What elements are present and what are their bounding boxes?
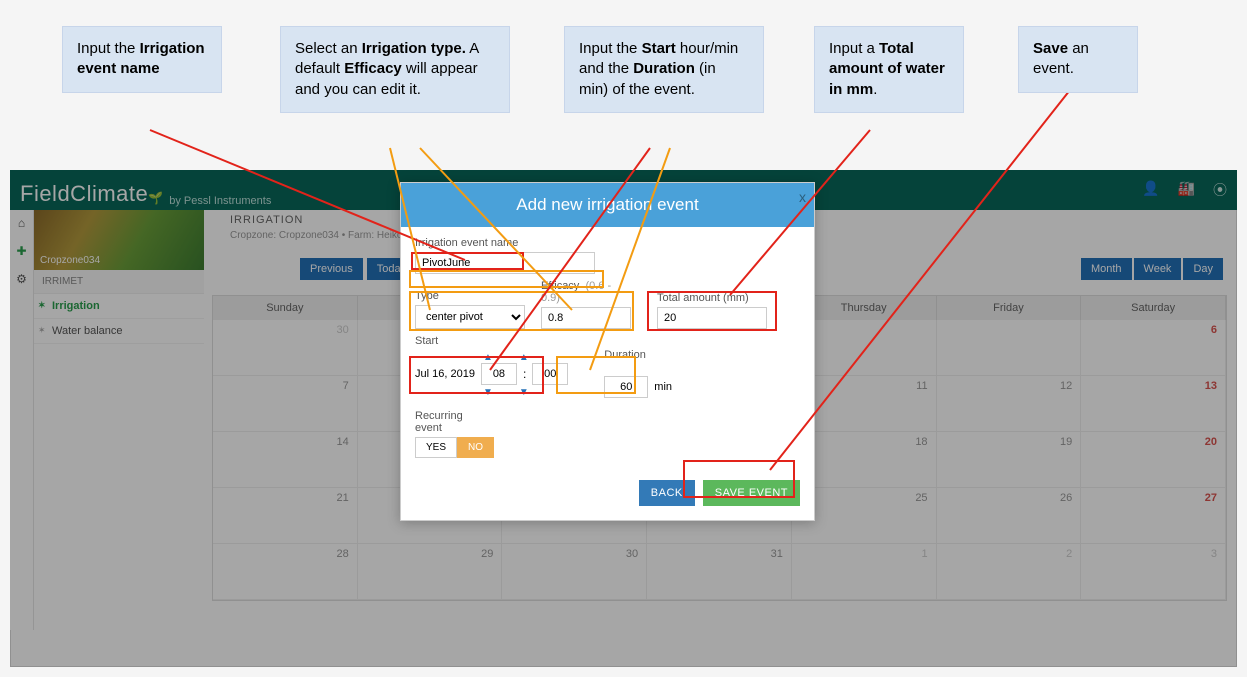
user-icon[interactable]: 👤 (1142, 180, 1159, 200)
recurring-no-button[interactable]: NO (457, 437, 494, 458)
calendar-day-header: Friday (937, 296, 1082, 320)
calendar-cell[interactable]: 20 (1081, 432, 1226, 488)
start-label: Start (415, 335, 568, 347)
duration-label: Duration (604, 349, 672, 361)
broadcast-icon[interactable]: ⦿ (1213, 180, 1227, 200)
modal-title: Add new irrigation event (516, 195, 698, 214)
page-title: IRRIGATION (230, 214, 303, 226)
leaf-icon: 🌱 (148, 191, 163, 205)
side-group-header: IRRIMET (34, 270, 204, 294)
cropzone-label: Cropzone034 (40, 255, 100, 266)
building-icon[interactable]: 🏭 (1178, 180, 1195, 200)
calendar-cell[interactable]: 3 (1081, 544, 1226, 600)
calendar-cell[interactable]: 13 (1081, 376, 1226, 432)
calendar-cell[interactable]: 7 (213, 376, 358, 432)
calendar-day-header: Sunday (213, 296, 358, 320)
calendar-cell[interactable] (937, 320, 1082, 376)
chevron-up-icon[interactable]: ▲ (519, 352, 529, 363)
recurring-yes-button[interactable]: YES (415, 437, 457, 458)
cropzone-image[interactable]: Cropzone034 (34, 210, 204, 270)
calendar-cell[interactable]: 27 (1081, 488, 1226, 544)
calendar-cell[interactable]: 2 (937, 544, 1082, 600)
callout-name: Input the Irrigation event name (62, 26, 222, 93)
calendar-cell[interactable]: 29 (358, 544, 503, 600)
chevron-down-icon[interactable]: ▼ (519, 387, 529, 398)
calendar-cell[interactable]: 6 (1081, 320, 1226, 376)
logo-text: FieldClimate (20, 181, 148, 207)
total-amount-input[interactable] (657, 307, 767, 329)
icon-rail: ⌂ ✚ ⚙ (10, 210, 34, 630)
type-label: Type (415, 290, 525, 302)
chevron-up-icon[interactable]: ▲ (483, 352, 493, 363)
calendar-cell[interactable]: 26 (937, 488, 1082, 544)
side-panel: Cropzone034 IRRIMET Irrigation Water bal… (34, 210, 204, 344)
total-label: Total amount (mm) (657, 292, 767, 304)
add-icon[interactable]: ✚ (16, 244, 26, 258)
callout-save: Save an event. (1018, 26, 1138, 93)
duration-input[interactable] (604, 376, 648, 398)
calendar-cell[interactable]: 1 (792, 544, 937, 600)
chevron-down-icon[interactable]: ▼ (483, 387, 493, 398)
calendar-cell[interactable]: 30 (502, 544, 647, 600)
start-date[interactable]: Jul 16, 2019 (415, 368, 475, 380)
sidebar-item-water-balance[interactable]: Water balance (34, 319, 204, 344)
callout-type: Select an Irrigation type. A default Eff… (280, 26, 510, 113)
byline: by Pessl Instruments (169, 195, 271, 207)
event-name-input[interactable] (415, 252, 595, 274)
back-button[interactable]: BACK (639, 480, 695, 506)
view-button-row: Month Week Day (1079, 258, 1223, 280)
callout-start: Input the Start hour/min and the Duratio… (564, 26, 764, 113)
duration-unit: min (654, 381, 672, 393)
type-select[interactable]: center pivot (415, 305, 525, 329)
calendar-cell[interactable]: 28 (213, 544, 358, 600)
close-icon[interactable]: x (799, 189, 806, 205)
callout-total: Input a Total amount of water in mm. (814, 26, 964, 113)
calendar-day-header: Saturday (1081, 296, 1226, 320)
efficacy-input[interactable] (541, 307, 631, 329)
recurring-label: Recurring event (415, 410, 475, 434)
sidebar-item-irrigation[interactable]: Irrigation (34, 294, 204, 319)
home-icon[interactable]: ⌂ (18, 216, 25, 230)
calendar-cell[interactable]: 19 (937, 432, 1082, 488)
start-hour-input[interactable] (481, 363, 517, 385)
modal-header: Add new irrigation event x (401, 183, 814, 227)
month-button[interactable]: Month (1081, 258, 1132, 280)
add-irrigation-modal: Add new irrigation event x Irrigation ev… (400, 182, 815, 521)
previous-button[interactable]: Previous (300, 258, 363, 280)
calendar-cell[interactable]: 14 (213, 432, 358, 488)
calendar-cell[interactable]: 30 (213, 320, 358, 376)
calendar-cell[interactable]: 12 (937, 376, 1082, 432)
week-button[interactable]: Week (1134, 258, 1182, 280)
calendar-cell[interactable]: 31 (647, 544, 792, 600)
save-event-button[interactable]: SAVE EVENT (703, 480, 800, 506)
calendar-cell[interactable]: 21 (213, 488, 358, 544)
day-button[interactable]: Day (1183, 258, 1223, 280)
gear-icon[interactable]: ⚙ (16, 272, 27, 286)
efficacy-label: Efficacy (0.6 - 0.9) (541, 280, 631, 304)
start-minute-input[interactable] (532, 363, 568, 385)
event-name-label: Irrigation event name (415, 237, 595, 249)
